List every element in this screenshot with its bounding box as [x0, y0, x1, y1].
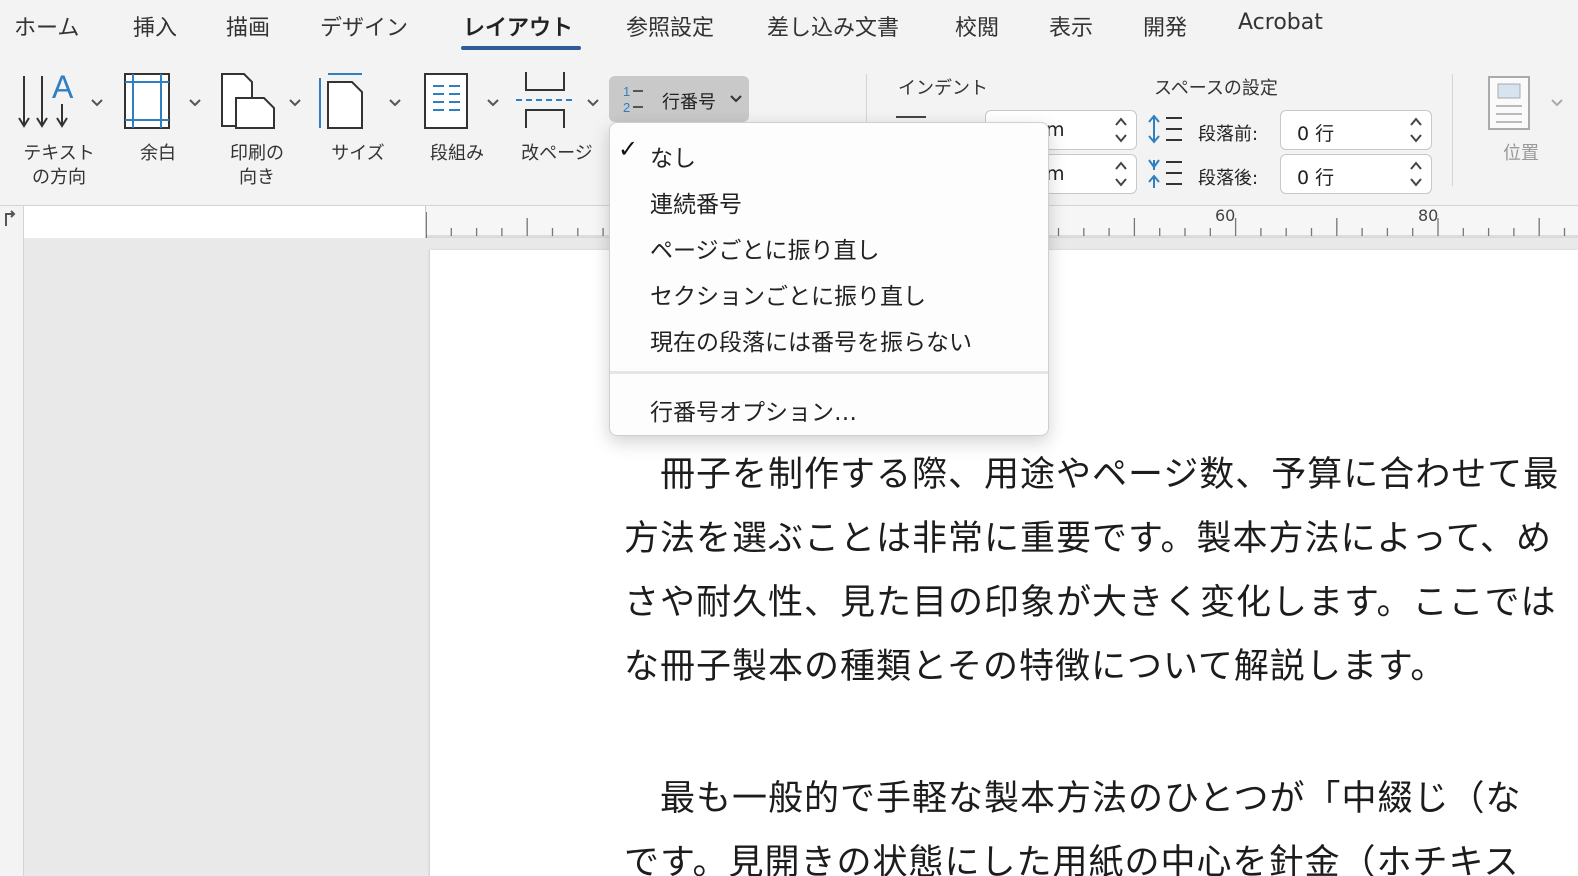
orientation-button[interactable]	[218, 70, 278, 132]
line-numbers-menu: ✓ なし 連続番号 ページごとに振り直し セクションごとに振り直し 現在の段落に…	[609, 122, 1049, 436]
chevron-down-icon[interactable]	[486, 98, 500, 108]
document-text-line[interactable]: 方法を選ぶことは非常に重要です。製本方法によって、め	[624, 510, 1552, 561]
size-button[interactable]	[316, 70, 368, 132]
margins-button[interactable]	[122, 70, 172, 132]
orientation-label: 印刷の 向き	[230, 143, 284, 188]
spacing-after-label: 段落後:	[1198, 168, 1259, 189]
menu-item-line-numbering-options[interactable]: 行番号オプション…	[650, 393, 857, 427]
spacing-after-spinner[interactable]: 0 行	[1280, 154, 1432, 194]
vertical-ruler	[0, 238, 24, 876]
ribbon-tabs: ホーム 挿入 描画 デザイン レイアウト 参照設定 差し込み文書 校閲 表示 開…	[0, 0, 1578, 58]
text-direction-label: テキスト の方向	[23, 143, 95, 188]
menu-separator	[610, 371, 1048, 374]
columns-label: 段組み	[430, 143, 484, 164]
svg-text:1: 1	[623, 84, 630, 99]
tab-insert[interactable]: 挿入	[133, 10, 177, 42]
tab-home[interactable]: ホーム	[14, 10, 79, 42]
menu-item-suppress-current-paragraph[interactable]: 現在の段落には番号を振らない	[650, 323, 972, 357]
chevron-down-icon[interactable]	[288, 98, 302, 108]
tab-layout[interactable]: レイアウト	[463, 10, 573, 42]
active-tab-indicator	[461, 46, 581, 50]
svg-text:2: 2	[623, 100, 630, 114]
spacing-before-label: 段落前:	[1198, 124, 1259, 145]
ribbon-divider	[1452, 74, 1453, 186]
ruler-margin	[24, 206, 426, 238]
menu-item-restart-each-section[interactable]: セクションごとに振り直し	[650, 277, 926, 311]
ruler-mark-60: 60	[1215, 206, 1236, 225]
position-label: 位置	[1503, 143, 1539, 164]
document-text-line[interactable]: さや耐久性、見た目の印象が大きく変化します。ここでは	[624, 574, 1557, 625]
margins-label: 余白	[140, 143, 176, 164]
tab-mailings[interactable]: 差し込み文書	[767, 10, 899, 42]
tab-design[interactable]: デザイン	[320, 10, 408, 42]
stepper-arrows-icon[interactable]	[1409, 159, 1423, 189]
menu-item-continuous[interactable]: 連続番号	[650, 185, 742, 219]
text-direction-button[interactable]: A	[18, 70, 80, 132]
chevron-down-icon[interactable]	[188, 98, 202, 108]
tab-review[interactable]: 校閲	[955, 10, 999, 42]
chevron-down-icon[interactable]	[586, 98, 600, 108]
tab-references[interactable]: 参照設定	[626, 10, 714, 42]
stepper-arrows-icon[interactable]	[1114, 159, 1128, 189]
tab-draw[interactable]: 描画	[226, 10, 270, 42]
chevron-down-icon[interactable]	[90, 98, 104, 108]
margins-icon	[124, 73, 170, 129]
chevron-down-icon[interactable]	[388, 98, 402, 108]
spacing-after-icon	[1148, 159, 1182, 188]
stepper-arrows-icon[interactable]	[1114, 115, 1128, 145]
line-numbers-label: 行番号	[662, 92, 716, 113]
size-icon	[319, 73, 363, 129]
document-text-line[interactable]: な冊子製本の種類とその特徴について解説します。	[624, 638, 1446, 689]
breaks-button[interactable]	[514, 70, 576, 132]
breaks-label: 改ページ	[521, 143, 593, 164]
menu-item-restart-each-page[interactable]: ページごとに振り直し	[650, 231, 880, 265]
tab-selector[interactable]	[0, 206, 24, 238]
position-icon	[1488, 76, 1530, 130]
text-direction-icon: A	[18, 70, 74, 128]
tab-acrobat[interactable]: Acrobat	[1238, 10, 1323, 35]
position-button[interactable]	[1486, 74, 1534, 132]
chevron-down-icon[interactable]	[1550, 98, 1564, 108]
svg-text:A: A	[52, 70, 74, 105]
line-numbers-icon: 1 2	[623, 84, 643, 114]
tab-stop-icon	[5, 210, 16, 226]
spacing-before-spinner[interactable]: 0 行	[1280, 110, 1432, 150]
chevron-down-icon	[730, 95, 742, 103]
indent-left-icon	[896, 116, 926, 118]
ruler-mark-80: 80	[1418, 206, 1439, 225]
columns-icon	[424, 73, 468, 129]
tab-view[interactable]: 表示	[1049, 10, 1093, 42]
indent-group-title: インデント	[898, 78, 988, 99]
orientation-icon	[221, 73, 275, 129]
document-text-line[interactable]: 冊子を制作する際、用途やページ数、予算に合わせて最	[624, 446, 1559, 497]
menu-item-none[interactable]: なし	[650, 139, 696, 173]
tab-developer[interactable]: 開発	[1143, 10, 1187, 42]
spacing-before-icon	[1148, 114, 1182, 144]
page-break-icon	[516, 72, 572, 128]
columns-button[interactable]	[422, 70, 472, 132]
document-text-line[interactable]: です。見開きの状態にした用紙の中心を針金（ホチキス	[624, 834, 1519, 876]
spacing-group-title: スペースの設定	[1154, 78, 1278, 99]
stepper-arrows-icon[interactable]	[1409, 115, 1423, 145]
document-text-line[interactable]: 最も一般的で手軽な製本方法のひとつが「中綴じ（な	[624, 770, 1522, 821]
check-icon: ✓	[618, 135, 639, 163]
size-label: サイズ	[331, 143, 385, 164]
